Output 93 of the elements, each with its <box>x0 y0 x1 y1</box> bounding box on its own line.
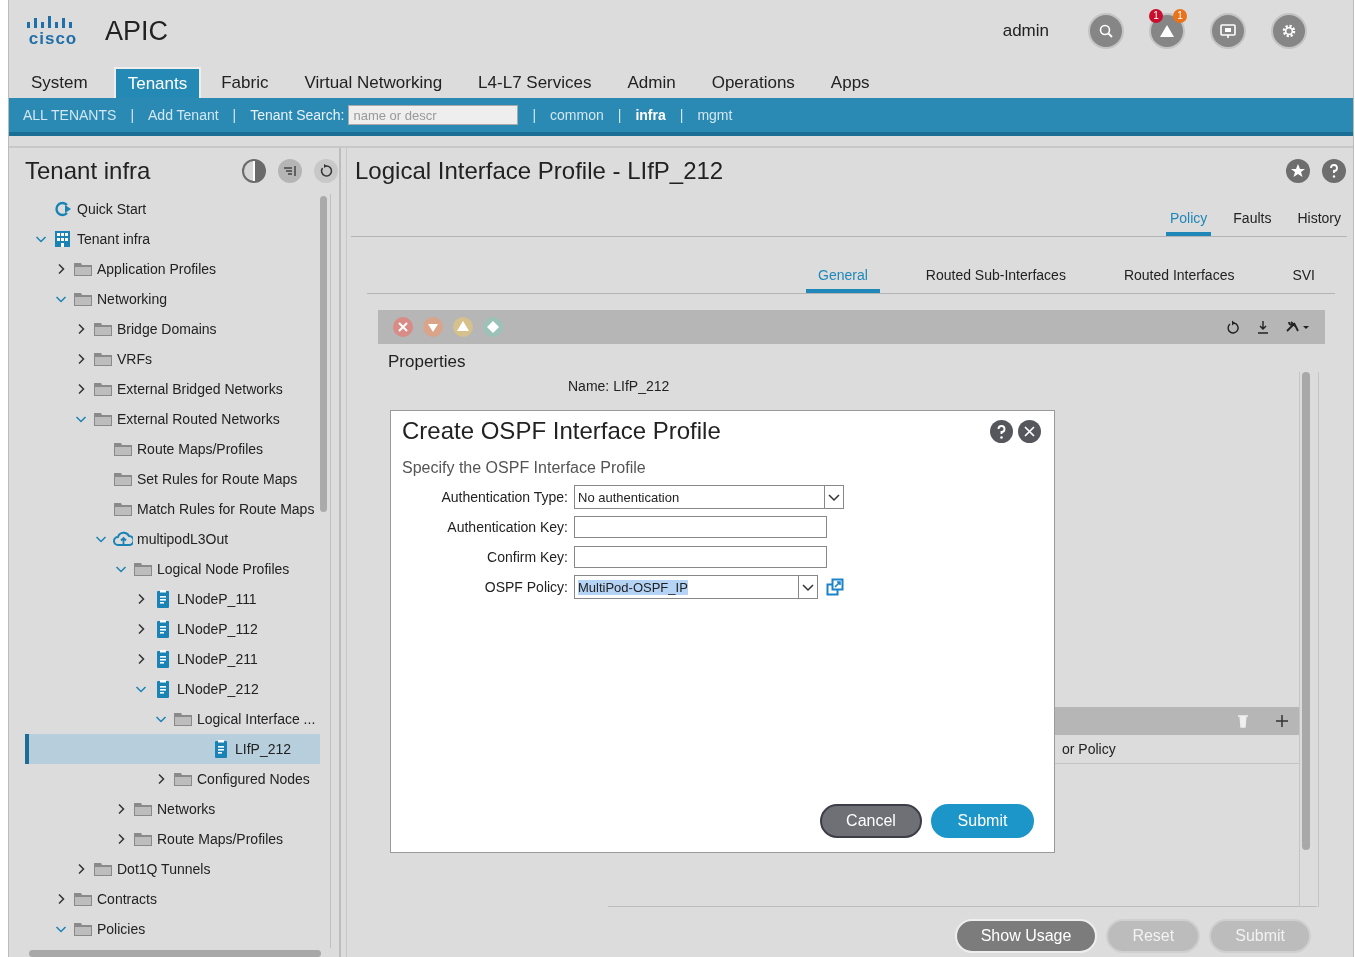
tree-item[interactable]: LNodeP_111 <box>11 584 320 614</box>
menu-tab[interactable]: Admin <box>617 67 686 98</box>
tree-item[interactable]: Route Maps/Profiles <box>11 824 320 854</box>
menu-tab[interactable]: Tenants <box>113 67 202 98</box>
action-button[interactable]: Show Usage <box>954 919 1098 953</box>
tree-item[interactable]: Logical Node Profiles <box>11 554 320 584</box>
field-label: Authentication Type: <box>440 489 568 505</box>
scrollbar-thumb[interactable] <box>320 196 327 512</box>
major-fault-icon[interactable] <box>422 316 444 338</box>
tab[interactable]: History <box>1293 210 1345 236</box>
tree-item[interactable]: External Bridged Networks <box>11 374 320 404</box>
field-label: OSPF Policy: <box>483 579 568 595</box>
tenant-search-field[interactable]: name or descr <box>348 105 519 125</box>
text-field[interactable] <box>574 516 827 538</box>
close-icon[interactable] <box>1017 418 1042 444</box>
tree-item[interactable]: Set Rules for Route Maps <box>11 464 320 494</box>
cancel-button[interactable]: Cancel <box>820 804 922 838</box>
logo-wordmark: cisco <box>28 29 78 47</box>
monitor-button[interactable] <box>1210 13 1246 49</box>
refresh-icon[interactable] <box>1225 319 1241 335</box>
user-name[interactable]: admin <box>1002 21 1049 41</box>
settings-button[interactable] <box>1271 13 1307 49</box>
panel-title: Tenant infra <box>25 157 152 185</box>
search-label: Tenant Search: <box>250 107 345 123</box>
tab[interactable]: Faults <box>1229 210 1276 236</box>
field-label: Authentication Key: <box>446 519 568 535</box>
table-cell: or Policy <box>1062 741 1116 757</box>
tree-item[interactable]: Logical Interface ... <box>11 704 320 734</box>
refresh-icon[interactable] <box>313 158 339 184</box>
alert-badge: 1 <box>1149 9 1163 23</box>
gear-icon <box>1280 22 1298 40</box>
tree-item[interactable]: LNodeP_112 <box>11 614 320 644</box>
menu-tab[interactable]: Virtual Networking <box>294 67 453 98</box>
field-label: Name: <box>568 378 610 394</box>
dialog-title: Create OSPF Interface Profile <box>402 417 722 445</box>
search-icon <box>1098 23 1114 39</box>
critical-fault-icon[interactable] <box>392 316 414 338</box>
separator-text: | <box>679 107 684 123</box>
tenant-link[interactable]: infra <box>635 107 666 123</box>
menu-tab[interactable]: L4-L7 Services <box>468 67 602 98</box>
page-title: Logical Interface Profile - LIfP_212 <box>355 157 725 185</box>
policy-dropdown[interactable]: MultiPod-OSPF_IP <box>574 575 818 599</box>
download-icon[interactable] <box>1255 319 1271 335</box>
tree-item[interactable]: LNodeP_211 <box>11 644 320 674</box>
menu-tab[interactable]: Operations <box>701 67 805 98</box>
tree-item[interactable]: Networks <box>11 794 320 824</box>
help-icon[interactable] <box>989 418 1014 444</box>
warning-icon <box>1158 23 1176 39</box>
section-title: Properties <box>388 352 467 372</box>
app-name: APIC <box>105 15 169 47</box>
separator-text: | <box>232 107 237 123</box>
tab[interactable]: Routed Interfaces <box>1111 267 1247 293</box>
tree-item[interactable]: Route Maps/Profiles <box>11 434 320 464</box>
search-button[interactable] <box>1088 13 1124 49</box>
tree-item[interactable]: multipodL3Out <box>11 524 320 554</box>
menu-tab[interactable]: System <box>21 67 98 98</box>
menu-tab[interactable]: Apps <box>820 67 880 98</box>
tree-item[interactable]: External Routed Networks <box>11 404 320 434</box>
monitor-icon <box>1219 23 1237 39</box>
menu-tab[interactable]: Fabric <box>211 67 279 98</box>
tree-item[interactable]: Quick Start <box>11 194 320 224</box>
field-value: LIfP_212 <box>613 378 670 394</box>
text-field[interactable] <box>574 546 827 568</box>
tree-item[interactable]: Dot1Q Tunnels <box>11 854 320 884</box>
authentication-type-dropdown[interactable]: No authentication <box>574 485 844 509</box>
building-icon <box>53 229 73 249</box>
separator-text: | <box>617 107 622 123</box>
tab[interactable]: Routed Sub-Interfaces <box>913 267 1078 293</box>
tree-item[interactable]: Application Profiles <box>11 254 320 284</box>
collapse-button-icon[interactable] <box>277 158 303 184</box>
field-label: Confirm Key: <box>486 549 568 565</box>
help-icon[interactable] <box>1321 158 1347 184</box>
tree-item[interactable]: Tenant infra <box>11 224 320 254</box>
tree-item[interactable]: Contracts <box>11 884 320 914</box>
tree-item[interactable]: Policies <box>11 914 320 944</box>
separator-text: | <box>130 107 134 123</box>
tree-item[interactable]: LIfP_212 <box>25 734 320 764</box>
tab[interactable]: SVI <box>1280 267 1327 293</box>
play-circle-icon <box>53 199 73 219</box>
scrollbar-thumb[interactable] <box>29 950 321 957</box>
tree-item[interactable]: Match Rules for Route Maps <box>11 494 320 524</box>
tree-item[interactable]: LNodeP_212 <box>11 674 320 704</box>
dialog-subtitle: Specify the OSPF Interface Profile <box>401 458 647 477</box>
alert-badge: 1 <box>1173 9 1187 23</box>
tree-item[interactable]: Networking <box>11 284 320 314</box>
cloud-upload-icon <box>113 529 133 549</box>
separator-text: | <box>532 107 537 123</box>
tree-item[interactable]: Bridge Domains <box>11 314 320 344</box>
tree-item[interactable]: VRFs <box>11 344 320 374</box>
scrollbar-thumb[interactable] <box>1302 372 1310 850</box>
tree-item[interactable]: Configured Nodes <box>11 764 320 794</box>
open-external-icon[interactable] <box>826 578 844 596</box>
plus-icon[interactable] <box>1275 714 1289 728</box>
